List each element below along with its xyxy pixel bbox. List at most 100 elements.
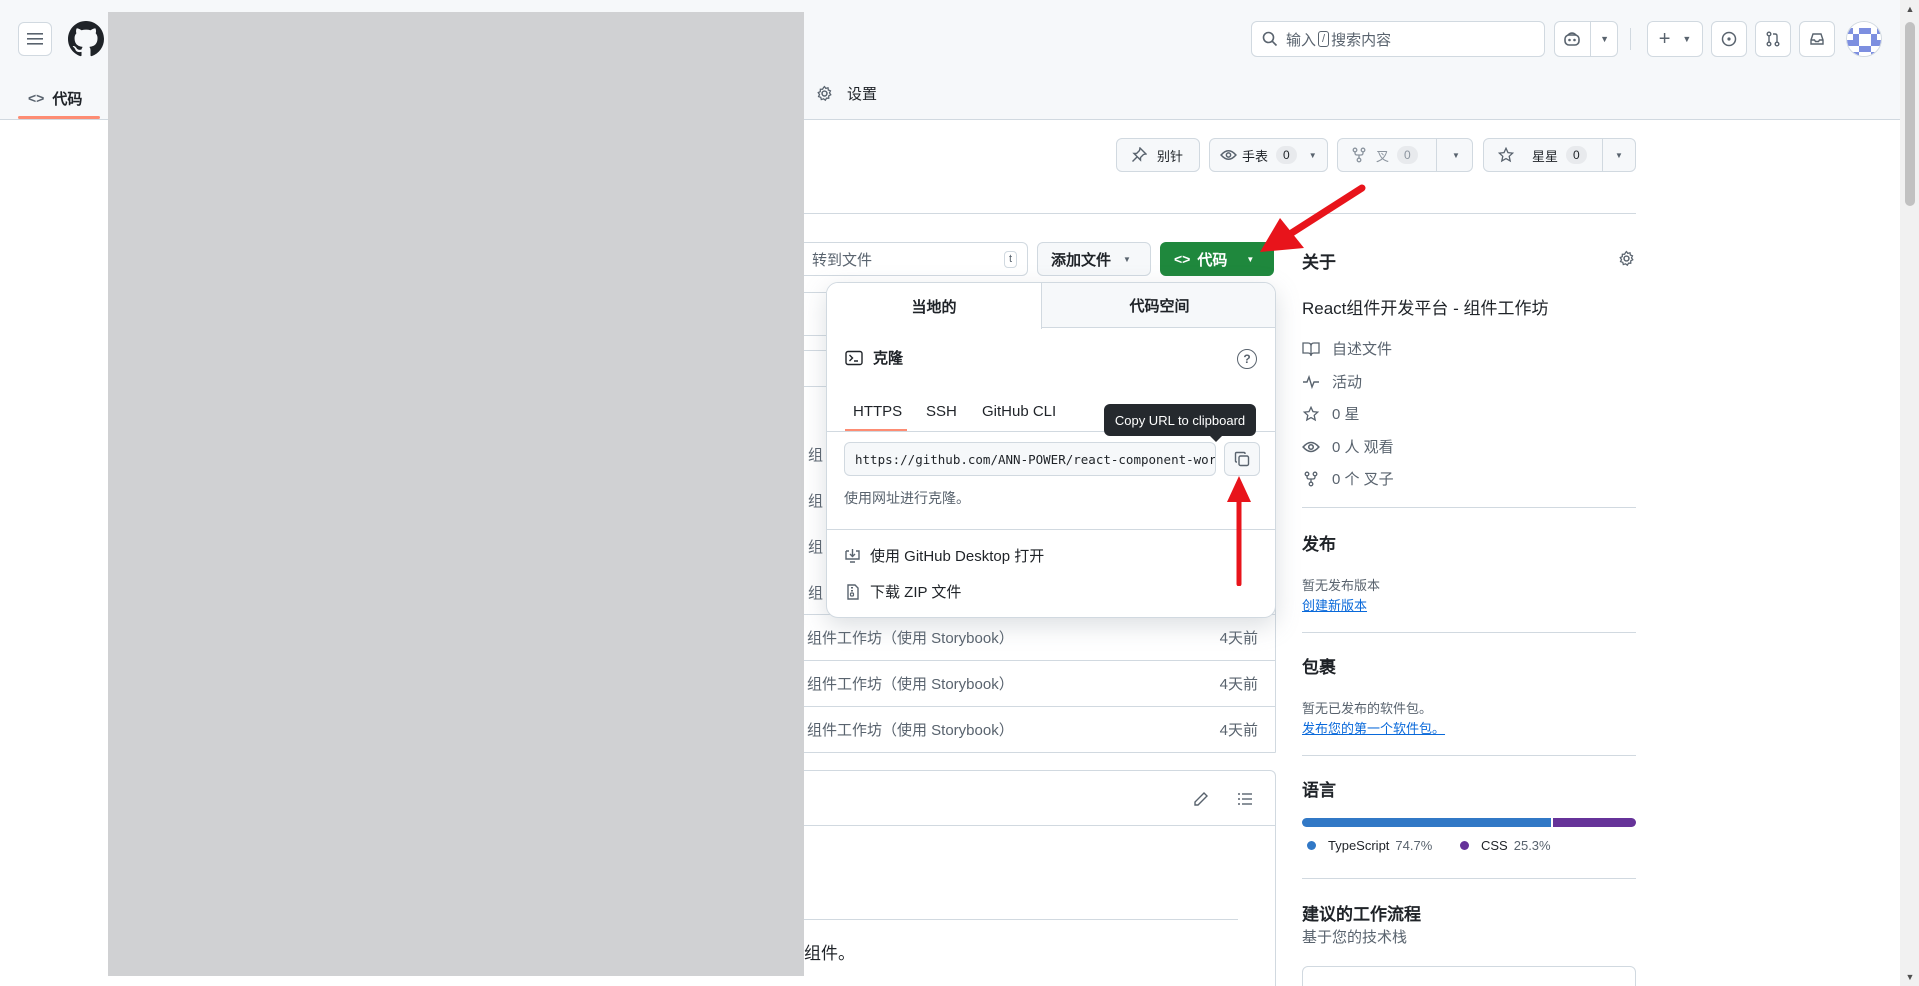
tab-https[interactable]: HTTPS (853, 395, 902, 427)
add-file-button[interactable]: 添加文件 ▼ (1037, 242, 1151, 276)
active-tab-indicator (845, 429, 907, 431)
table-row[interactable]: 组件工作坊（使用 Storybook） 4天前 (804, 660, 1275, 706)
fork-button[interactable]: 叉 0 ▼ (1337, 138, 1473, 172)
tab-settings[interactable]: 设置 (816, 78, 877, 108)
pin-button[interactable]: 别针 (1116, 138, 1200, 172)
file-list: 组件工作坊（使用 Storybook） 4天前 组件工作坊（使用 Storybo… (804, 614, 1276, 752)
tab-local[interactable]: 当地的 (827, 283, 1042, 329)
workflows-heading: 建议的工作流程 (1302, 905, 1421, 924)
create-new-button[interactable]: + ▼ (1647, 21, 1703, 57)
star-button[interactable]: 星星 0 ▼ (1483, 138, 1636, 172)
eye-icon (1302, 441, 1320, 452)
pencil-icon[interactable] (1193, 791, 1209, 807)
github-logo-icon[interactable] (68, 21, 104, 57)
sidebar-item-label: 0 星 (1332, 406, 1360, 423)
pulse-icon (1303, 374, 1319, 389)
scrollbar-thumb[interactable] (1905, 22, 1915, 206)
fork-icon (1352, 147, 1366, 163)
sidebar-item-forks[interactable]: 0 个 叉子 (1302, 468, 1394, 489)
sidebar-item-label: 0 个 叉子 (1332, 471, 1394, 488)
star-count: 0 (1566, 146, 1587, 164)
table-row[interactable]: 组件工作坊（使用 Storybook） 4天前 (804, 706, 1275, 752)
code-icon: <> (28, 90, 45, 106)
divider (1302, 755, 1636, 756)
create-release-link[interactable]: 创建新版本 (1302, 595, 1367, 614)
commit-message[interactable]: 组件工作坊（使用 Storybook） (807, 627, 1014, 648)
sidebar-item-activity[interactable]: 活动 (1302, 371, 1362, 392)
sidebar-item-readme[interactable]: 自述文件 (1302, 338, 1392, 359)
clone-title: 克隆 (845, 347, 903, 368)
commit-time: 4天前 (1219, 629, 1258, 647)
file-zip-icon (847, 583, 859, 600)
open-desktop-label: 使用 GitHub Desktop 打开 (870, 548, 1045, 565)
goto-file-input[interactable]: 转到文件 t (804, 242, 1028, 276)
pull-requests-button[interactable] (1755, 21, 1791, 57)
copilot-button[interactable]: ▼ (1554, 21, 1618, 57)
language-bar-segment (1302, 818, 1552, 827)
clone-dropdown: 当地的 代码空间 克隆 ? HTTPS SSH GitHub CLI https… (826, 282, 1276, 618)
language-dot (1460, 841, 1469, 850)
gear-icon[interactable] (1618, 250, 1635, 267)
star-icon (1302, 405, 1320, 421)
download-zip-item[interactable]: 下载 ZIP 文件 (844, 581, 961, 602)
clone-hint: 使用网址进行克隆。 (844, 490, 970, 506)
scroll-up-icon[interactable]: ▲ (1904, 4, 1916, 14)
language-name: TypeScript (1328, 838, 1390, 853)
commit-message[interactable]: 组件工作坊（使用 Storybook） (807, 719, 1014, 740)
language-item[interactable]: CSS 25.3% (1460, 838, 1551, 853)
clone-url-input[interactable]: https://github.com/ANN-POWER/react-compo… (844, 442, 1216, 476)
fork-icon (1304, 471, 1318, 486)
sidebar-item-watchers[interactable]: 0 人 观看 (1302, 436, 1394, 457)
commit-time: 4天前 (1219, 722, 1258, 739)
releases-heading[interactable]: 发布 (1302, 530, 1336, 555)
copy-url-button[interactable] (1224, 442, 1260, 476)
fork-count: 0 (1397, 146, 1418, 164)
repo-description: React组件开发平台 - 组件工作坊 (1302, 299, 1549, 318)
publish-package-link[interactable]: 发布您的第一个软件包。 (1302, 718, 1445, 737)
star-label: 星星 (1532, 148, 1559, 164)
readme-text: 组件。 (804, 944, 855, 963)
pin-icon (1132, 147, 1147, 162)
annotation-arrow-icon (1260, 184, 1366, 252)
code-button-label: 代码 (1197, 251, 1228, 269)
tab-code[interactable]: <> 代码 (18, 76, 92, 120)
packages-heading[interactable]: 包裹 (1302, 653, 1336, 678)
add-file-label: 添加文件 (1051, 251, 1112, 269)
language-bar-segment (1551, 818, 1636, 827)
issue-icon (1721, 31, 1737, 47)
packages-none-text: 暂无已发布的软件包。 (1302, 701, 1433, 716)
inbox-icon (1810, 33, 1824, 45)
fork-label: 叉 (1376, 148, 1390, 164)
table-row[interactable]: 组件工作坊（使用 Storybook） 4天前 (804, 614, 1275, 660)
divider (1302, 632, 1636, 633)
readme-header (804, 771, 1275, 826)
workflow-card[interactable] (1302, 966, 1636, 986)
sidebar-item-label: 活动 (1332, 374, 1363, 391)
commit-message[interactable]: 组件工作坊（使用 Storybook） (807, 673, 1014, 694)
scroll-down-icon[interactable]: ▼ (1904, 972, 1916, 982)
tab-github-cli[interactable]: GitHub CLI (982, 395, 1056, 427)
goto-file-shortcut: t (1003, 251, 1017, 268)
tab-ssh[interactable]: SSH (926, 395, 957, 427)
list-icon[interactable] (1237, 791, 1253, 807)
goto-file-placeholder: 转到文件 (812, 251, 873, 269)
language-dot (1307, 841, 1316, 850)
issues-button[interactable] (1711, 21, 1747, 57)
sidebar-item-stars[interactable]: 0 星 (1302, 403, 1360, 424)
menu-icon[interactable] (18, 22, 52, 56)
terminal-icon (845, 350, 863, 365)
help-icon[interactable]: ? (1237, 349, 1257, 369)
divider (804, 919, 1238, 920)
search-input[interactable]: 输入 / 搜索内容 (1251, 21, 1545, 57)
releases-none-text: 暂无发布版本 (1302, 578, 1381, 593)
copy-tooltip: Copy URL to clipboard (1104, 404, 1256, 442)
language-item[interactable]: TypeScript 74.7% (1307, 838, 1432, 853)
open-desktop-item[interactable]: 使用 GitHub Desktop 打开 (844, 545, 1044, 566)
inbox-button[interactable] (1799, 21, 1835, 57)
watch-button[interactable]: 手表 0 ▼ (1209, 138, 1328, 172)
avatar[interactable] (1846, 21, 1882, 57)
divider (1302, 507, 1636, 508)
tab-codespaces[interactable]: 代码空间 (1042, 283, 1275, 328)
readme-panel: 组件。 (804, 770, 1276, 986)
languages-heading: 语言 (1302, 781, 1336, 800)
